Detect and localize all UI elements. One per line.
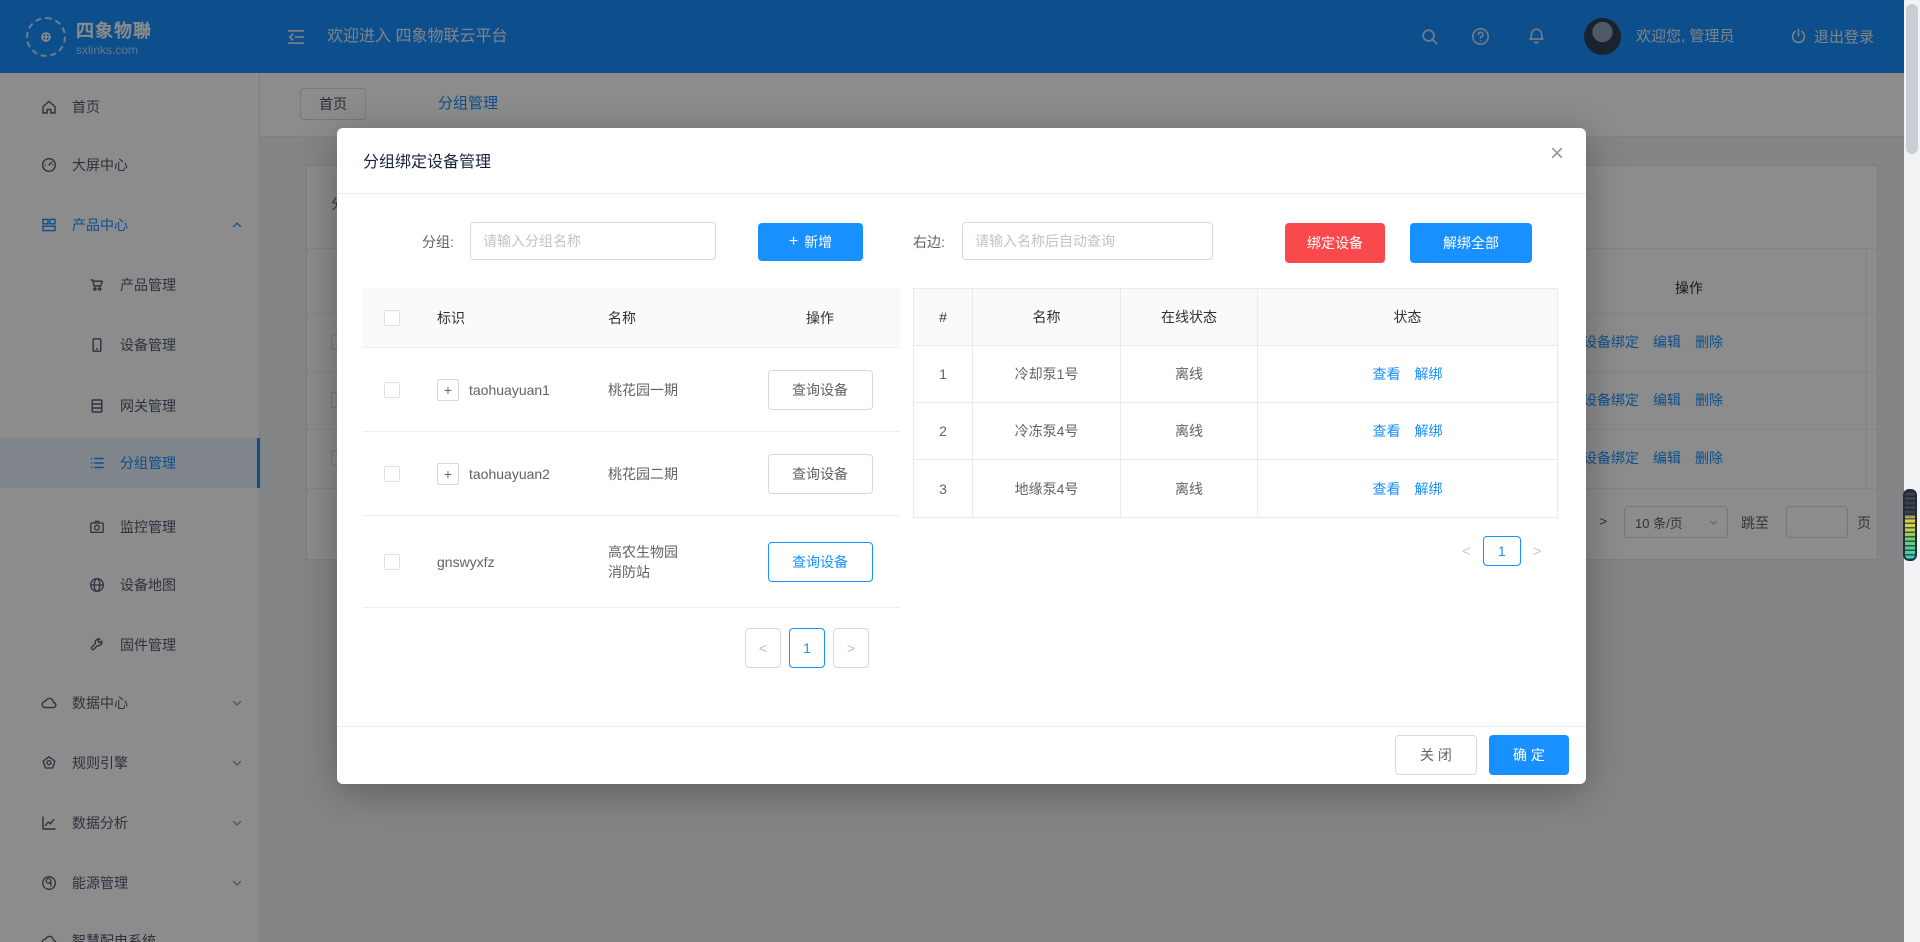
device-name: 冷却泵1号 (973, 346, 1121, 403)
pagination-prev[interactable]: < (745, 628, 781, 668)
device-name: 地缘泵4号 (973, 460, 1121, 517)
device-row: 2 冷冻泵4号 离线 查看 解绑 (914, 403, 1557, 460)
modal-title: 分组绑定设备管理 (363, 148, 491, 172)
row-checkbox[interactable] (384, 466, 400, 482)
screen: 四象物聯 sxlinks.com 欢迎进入 四象物联云平台 欢迎您, 管理员 退… (0, 0, 1920, 942)
unbind-link[interactable]: 解绑 (1415, 479, 1443, 499)
device-index: 2 (914, 403, 973, 460)
group-name: 高农生物园消防站 (608, 542, 684, 582)
group-id: gnswyxfz (437, 554, 495, 570)
group-id: taohuayuan2 (469, 466, 550, 482)
device-name: 冷冻泵4号 (973, 403, 1121, 460)
group-table: 标识 名称 操作 + taohuayuan1 桃花园一期 查询设备 + taoh… (363, 288, 900, 608)
group-bind-device-dialog: 分组绑定设备管理 × 分组: + 新增 右边: 绑定设备 解绑全部 标识 名称 … (337, 128, 1586, 784)
unbind-link[interactable]: 解绑 (1415, 421, 1443, 441)
view-link[interactable]: 查看 (1373, 479, 1401, 499)
group-name: 桃花园二期 (590, 464, 740, 484)
expand-row-button[interactable]: + (437, 463, 459, 485)
plus-icon: + (789, 233, 798, 251)
group-table-pagination: < 1 > (745, 628, 869, 668)
select-all-checkbox[interactable] (384, 310, 400, 326)
pagination-page-1[interactable]: 1 (1483, 536, 1521, 566)
group-name-input[interactable] (470, 222, 716, 260)
bind-devices-button[interactable]: 绑定设备 (1285, 223, 1385, 263)
device-index: 3 (914, 460, 973, 517)
unbind-link[interactable]: 解绑 (1415, 364, 1443, 384)
right-input-label: 右边: (913, 232, 945, 252)
confirm-button[interactable]: 确 定 (1489, 735, 1569, 775)
close-icon[interactable]: × (1550, 142, 1564, 166)
online-status: 离线 (1121, 346, 1258, 403)
pagination-page-1[interactable]: 1 (789, 628, 825, 668)
group-row: + taohuayuan2 桃花园二期 查询设备 (363, 432, 900, 516)
close-modal-button[interactable]: 关 闭 (1395, 735, 1477, 775)
device-search-input[interactable] (962, 222, 1213, 260)
device-table: # 名称 在线状态 状态 1 冷却泵1号 离线 查看 解绑 2 冷冻泵4号 离线… (913, 288, 1558, 518)
device-row: 3 地缘泵4号 离线 查看 解绑 (914, 460, 1557, 517)
device-table-pagination: < 1 > (1462, 536, 1542, 566)
row-checkbox[interactable] (384, 382, 400, 398)
pagination-next[interactable]: > (1533, 543, 1542, 560)
online-status: 离线 (1121, 460, 1258, 517)
modal-header-divider (337, 193, 1586, 194)
expand-row-button[interactable]: + (437, 379, 459, 401)
query-devices-button[interactable]: 查询设备 (768, 454, 873, 494)
view-link[interactable]: 查看 (1373, 421, 1401, 441)
pagination-prev[interactable]: < (1462, 543, 1471, 560)
online-status: 离线 (1121, 403, 1258, 460)
pagination-next[interactable]: > (833, 628, 869, 668)
group-table-header: 标识 名称 操作 (363, 288, 900, 348)
unbind-all-button[interactable]: 解绑全部 (1410, 223, 1532, 263)
group-name: 桃花园一期 (590, 380, 740, 400)
row-checkbox[interactable] (384, 554, 400, 570)
add-group-button[interactable]: + 新增 (758, 223, 863, 261)
group-row: + taohuayuan1 桃花园一期 查询设备 (363, 348, 900, 432)
group-id: taohuayuan1 (469, 382, 550, 398)
device-table-header: # 名称 在线状态 状态 (914, 289, 1557, 346)
device-row: 1 冷却泵1号 离线 查看 解绑 (914, 346, 1557, 403)
group-input-label: 分组: (422, 232, 454, 252)
query-devices-button[interactable]: 查询设备 (768, 370, 873, 410)
scrollbar-thumb[interactable] (1906, 4, 1918, 154)
group-row: gnswyxfz 高农生物园消防站 查询设备 (363, 516, 900, 608)
device-index: 1 (914, 346, 973, 403)
view-link[interactable]: 查看 (1373, 364, 1401, 384)
query-devices-button[interactable]: 查询设备 (768, 542, 873, 582)
scroll-indicator-widget (1903, 489, 1917, 561)
modal-footer-divider (337, 726, 1586, 727)
